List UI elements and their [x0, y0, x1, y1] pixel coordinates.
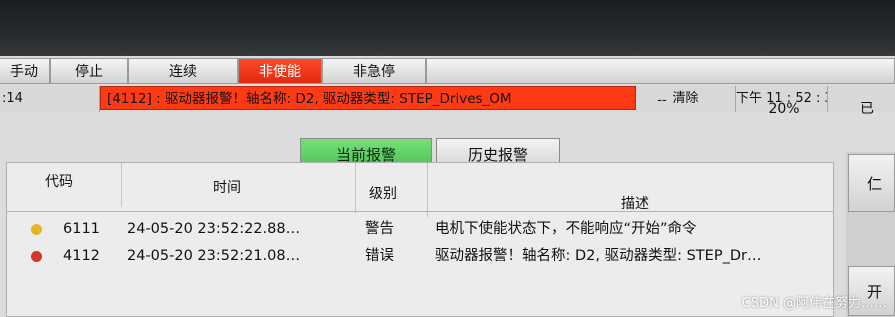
col-divider [121, 163, 122, 207]
row-description: 驱动器报警！轴名称: D2, 驱动器类型: STEP_Dr… [435, 248, 762, 264]
right-panel-top-button[interactable]: 仁 [848, 154, 895, 212]
status-left-value: :14 [0, 86, 100, 112]
row-code: 4112 [63, 248, 100, 264]
non-emergency-stop-button[interactable]: 非急停 [322, 58, 426, 84]
table-row[interactable]: 4112 24-05-20 23:52:21.08… 错误 驱动器报警！轴名称:… [7, 243, 833, 269]
stop-button[interactable]: 停止 [50, 58, 128, 84]
percent-display: 20% [768, 101, 800, 117]
csdn-watermark: CSDN @阿伟在努力…… [741, 296, 887, 311]
row-time: 24-05-20 23:52:21.08… [127, 248, 301, 264]
disable-button[interactable]: 非使能 [238, 58, 322, 84]
error-dot-icon [31, 251, 42, 262]
header-code: 代码 [45, 174, 73, 190]
row-level: 错误 [365, 248, 394, 264]
row-level: 警告 [365, 221, 394, 237]
row-description: 电机下使能状态下，不能响应“开始”命令 [435, 221, 697, 237]
header-level: 级别 [369, 186, 397, 202]
header-time: 时间 [213, 180, 241, 196]
row-code: 6111 [63, 221, 100, 237]
col-divider [355, 163, 356, 213]
header-divider [7, 211, 833, 212]
table-row[interactable]: 6111 24-05-20 23:52:22.88… 警告 电机下使能状态下，不… [7, 216, 833, 242]
col-divider [427, 163, 428, 217]
monitor-bezel [0, 0, 895, 58]
hmi-screen: 手动 停止 连续 非使能 非急停 :14 清除 下午 11 : 52 : 3 -… [0, 56, 895, 317]
alarm-table: 代码 时间 级别 描述 6111 24-05-20 23:52:22.88… 警… [6, 162, 834, 317]
alarm-message-bar[interactable]: [4112] : 驱动器报警！轴名称: D2, 驱动器类型: STEP_Driv… [100, 86, 636, 110]
row-time: 24-05-20 23:52:22.88… [127, 221, 301, 237]
manual-button[interactable]: 手动 [0, 58, 50, 84]
continuous-button[interactable]: 连续 [128, 58, 238, 84]
warning-dot-icon [31, 224, 42, 235]
header-description: 描述 [621, 196, 649, 212]
right-status-text: 已 [860, 101, 874, 117]
